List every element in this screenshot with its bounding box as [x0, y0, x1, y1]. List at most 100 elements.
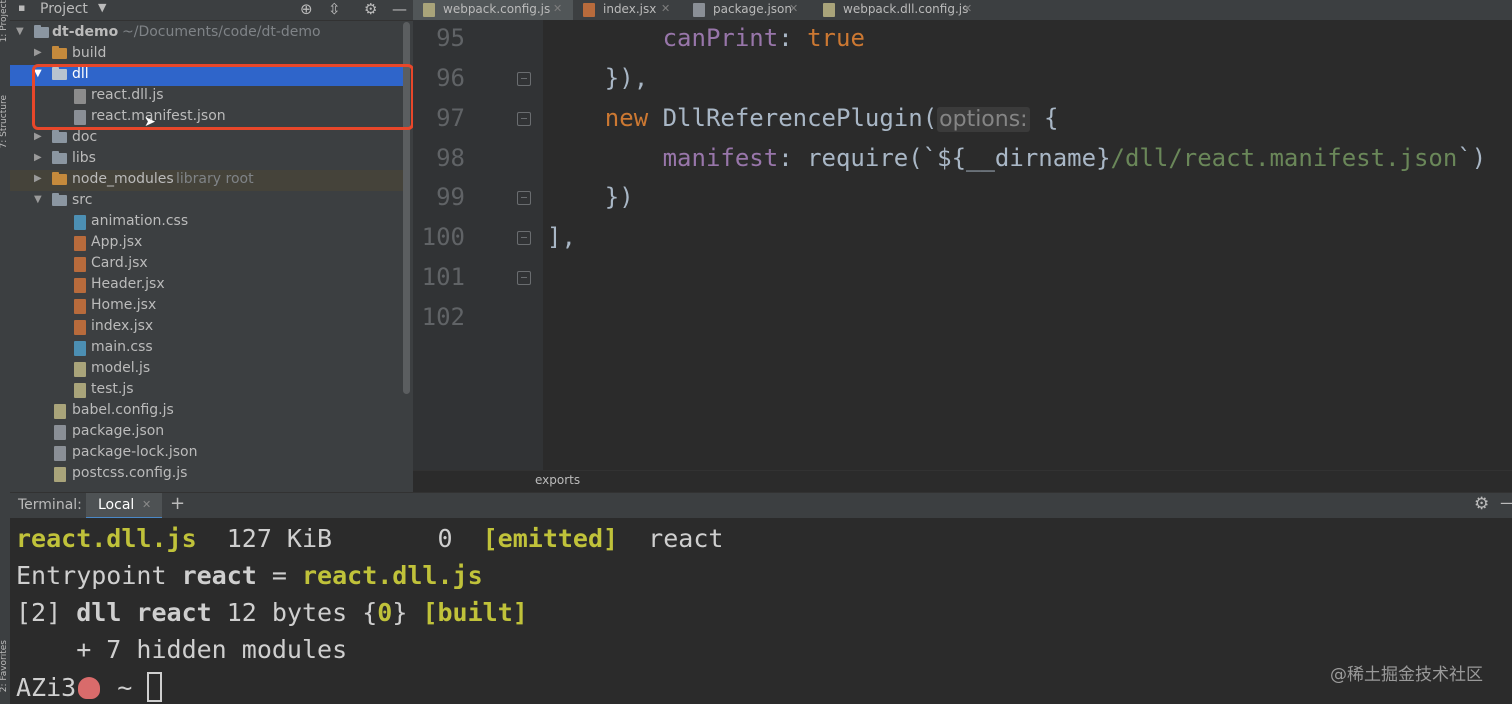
terminal-token: react.dll.js	[16, 524, 197, 553]
tree-item-doc[interactable]: ▶ doc	[10, 128, 410, 149]
tree-item-label: postcss.config.js	[72, 465, 188, 481]
tree-item-package-json[interactable]: package.json	[10, 422, 410, 443]
tree-item-label: Home.jsx	[91, 297, 157, 313]
tree-item-node-modules[interactable]: ▶ node_modules library root	[10, 170, 410, 191]
folder-icon	[34, 25, 49, 38]
terminal-token: [2]	[16, 598, 77, 627]
tree-item-package-lock-json[interactable]: package-lock.json	[10, 443, 410, 464]
terminal-line: react.dll.js 127 KiB 0 [emitted] react	[16, 524, 723, 553]
tree-item-main-css[interactable]: main.css	[10, 338, 410, 359]
code-editor[interactable]: 95 96 97 98 99 100 101 102 canPrint: tru…	[413, 20, 1512, 493]
settings-icon[interactable]: ⚙	[364, 0, 377, 18]
jsx-file-icon	[74, 278, 86, 293]
close-icon[interactable]: ✕	[963, 2, 972, 15]
tree-item-app-jsx[interactable]: App.jsx	[10, 233, 410, 254]
line-number: 99	[436, 183, 465, 211]
tree-item-animation-css[interactable]: animation.css	[10, 212, 410, 233]
octopus-icon	[78, 677, 101, 699]
fold-marker-icon[interactable]	[517, 191, 531, 205]
line-number: 96	[436, 64, 465, 92]
editor-gutter: 95 96 97 98 99 100 101 102	[413, 20, 543, 470]
locate-icon[interactable]: ⊕	[300, 0, 313, 18]
chevron-down-icon[interactable]: ▼	[98, 1, 106, 14]
js-file-icon	[54, 467, 66, 482]
code-token: }),	[604, 64, 649, 92]
terminal-token: react	[181, 561, 257, 590]
jsx-file-icon	[74, 299, 86, 314]
css-file-icon	[74, 341, 86, 356]
js-file-icon	[54, 404, 66, 419]
folder-icon	[52, 130, 67, 143]
tree-item-label: index.jsx	[91, 318, 154, 334]
chevron-right-icon[interactable]: ▶	[34, 173, 42, 184]
code-token: new	[604, 104, 649, 132]
chevron-right-icon[interactable]: ▶	[34, 131, 42, 142]
tree-item-model-js[interactable]: model.js	[10, 359, 410, 380]
tree-item-babel-config-js[interactable]: babel.config.js	[10, 401, 410, 422]
terminal-token: 0	[377, 598, 393, 627]
tree-item-test-js[interactable]: test.js	[10, 380, 410, 401]
minimize-icon[interactable]: —	[1500, 493, 1512, 513]
terminal-token: [emitted]	[482, 524, 619, 553]
code-line-98: manifest: require(`${__dirname}/dll/reac…	[547, 144, 1487, 172]
chevron-right-icon[interactable]: ▶	[34, 47, 42, 58]
tree-item-dt-demo[interactable]: ▼ dt-demo ~/Documents/code/dt-demo	[10, 23, 410, 44]
tab-index-jsx[interactable]: index.jsx ✕	[573, 0, 683, 20]
code-token: :	[778, 24, 808, 52]
add-tab-icon[interactable]: +	[170, 493, 185, 514]
terminal-output[interactable]: react.dll.js 127 KiB 0 [emitted] react E…	[10, 518, 1512, 704]
code-token: DllReferencePlugin(	[648, 104, 938, 132]
chevron-right-icon[interactable]: ▶	[34, 152, 42, 163]
terminal-token: 127 KiB 0	[196, 524, 483, 553]
folder-icon	[52, 193, 67, 206]
code-token: `)	[1457, 144, 1487, 172]
json-file-icon	[693, 3, 705, 17]
jsx-file-icon	[74, 320, 86, 335]
tree-item-label: package-lock.json	[72, 444, 198, 460]
chevron-down-icon[interactable]: ▼	[34, 194, 42, 205]
tree-item-label: test.js	[91, 381, 134, 397]
tab-webpack-config-js[interactable]: webpack.config.js ✕	[413, 0, 573, 20]
tree-item-label: main.css	[91, 339, 153, 355]
code-line-100: ],	[547, 223, 576, 251]
parameter-hint: options:	[937, 107, 1030, 132]
collapse-icon[interactable]: ⇳	[328, 0, 341, 18]
minimize-icon[interactable]: —	[392, 0, 407, 18]
watermark: @稀土掘金技术社区	[1330, 665, 1483, 685]
fold-marker-icon[interactable]	[517, 112, 531, 126]
fold-marker-icon[interactable]	[517, 231, 531, 245]
code-token: })	[604, 183, 634, 211]
library-root-label: library root	[176, 171, 254, 187]
fold-marker-icon[interactable]	[517, 271, 531, 285]
tree-item-src[interactable]: ▼ src	[10, 191, 410, 212]
tab-package-json[interactable]: package.json ✕	[683, 0, 813, 20]
close-icon[interactable]: ✕	[142, 498, 151, 511]
settings-icon[interactable]: ⚙	[1474, 494, 1489, 514]
terminal-tab-local[interactable]: Local ✕	[86, 493, 162, 519]
tree-item-postcss-config-js[interactable]: postcss.config.js	[10, 464, 410, 485]
tree-item-label: build	[72, 45, 107, 61]
tree-item-label: src	[72, 192, 93, 208]
tab-webpack-dll-config-js[interactable]: webpack.dll.config.js ✕	[813, 0, 993, 20]
project-panel: ▪ Project ▼ ⊕ ⇳ ⚙ — ▼ dt-demo ~/Document…	[10, 0, 413, 492]
code-token: manifest	[662, 144, 779, 172]
annotation-highlight-box	[32, 64, 413, 130]
project-view-title[interactable]: Project	[40, 1, 88, 17]
tree-item-header-jsx[interactable]: Header.jsx	[10, 275, 410, 296]
close-icon[interactable]: ✕	[553, 2, 562, 15]
tree-item-build[interactable]: ▶ build	[10, 44, 410, 65]
chevron-down-icon[interactable]: ▼	[16, 26, 24, 37]
tree-item-card-jsx[interactable]: Card.jsx	[10, 254, 410, 275]
line-number: 102	[421, 303, 465, 331]
tree-item-home-jsx[interactable]: Home.jsx	[10, 296, 410, 317]
close-icon[interactable]: ✕	[789, 2, 798, 15]
tree-item-index-jsx[interactable]: index.jsx	[10, 317, 410, 338]
terminal-cursor	[147, 672, 163, 702]
json-file-icon	[54, 446, 66, 461]
breadcrumb-item[interactable]: exports	[535, 473, 580, 487]
close-icon[interactable]: ✕	[661, 2, 670, 15]
tree-item-libs[interactable]: ▶ libs	[10, 149, 410, 170]
tree-item-label: babel.config.js	[72, 402, 174, 418]
fold-marker-icon[interactable]	[517, 72, 531, 86]
terminal-prompt: AZi3 ~	[16, 672, 163, 702]
